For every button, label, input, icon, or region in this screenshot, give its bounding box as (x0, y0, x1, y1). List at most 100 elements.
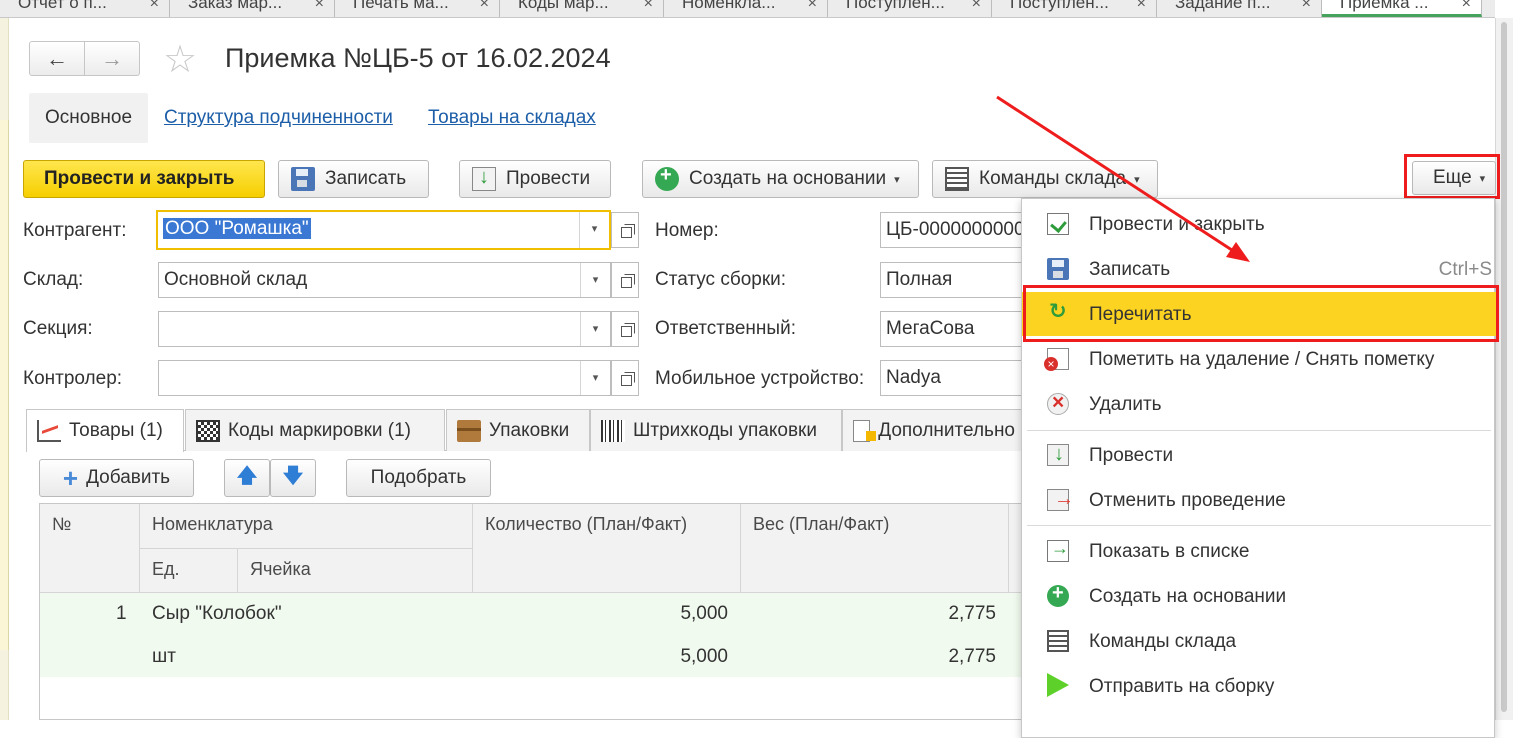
post-button[interactable]: Провести (459, 160, 611, 198)
menu-item-send-assembly[interactable]: Отправить на сборку (1022, 664, 1496, 708)
tab-close-icon[interactable]: × (1137, 0, 1146, 13)
contractor-value: ООО "Ромашка" (163, 218, 311, 239)
window-tab-postup-2[interactable]: Поступлен... × (992, 0, 1157, 17)
open-section-icon[interactable] (611, 311, 639, 347)
row-item[interactable]: Сыр "Колобок" (152, 603, 282, 625)
subnav-structure-link[interactable]: Структура подчиненности (164, 93, 393, 143)
menu-item-post-close[interactable]: Провести и закрыть (1022, 202, 1496, 246)
menu-item-create-based[interactable]: Создать на основании (1022, 574, 1496, 618)
menu-item-unpost[interactable]: Отменить проведение (1022, 478, 1496, 522)
back-button[interactable]: ← (30, 42, 84, 75)
subnav-main[interactable]: Основное (29, 93, 148, 143)
row-qty-fact[interactable]: 5,000 (660, 646, 728, 668)
tab-close-icon[interactable]: × (480, 0, 489, 13)
device-field[interactable]: Nadya (880, 360, 1040, 396)
tab-close-icon[interactable]: × (808, 0, 817, 13)
post-and-close-button[interactable]: Провести и закрыть (23, 160, 265, 198)
chevron-down-icon[interactable]: ▾ (579, 212, 609, 248)
menu-item-label: Записать (1089, 259, 1171, 280)
scrollbar-thumb[interactable] (1501, 22, 1507, 712)
tab-label: Товары (1) (69, 420, 163, 441)
plus-circle-icon (1047, 582, 1069, 607)
open-warehouse-icon[interactable] (611, 262, 639, 298)
window-tab-priemka[interactable]: Приемка ... × (1322, 0, 1482, 17)
menu-item-label: Пометить на удаление / Снять пометку (1089, 349, 1435, 370)
number-field[interactable]: ЦБ-0000000000 (880, 212, 1040, 248)
menu-item-label: Показать в списке (1089, 541, 1250, 562)
tab-label: Упаковки (489, 419, 570, 441)
pick-button[interactable]: Подобрать (346, 459, 491, 497)
number-value: ЦБ-0000000000 (886, 219, 1025, 240)
menu-item-warehouse-cmds[interactable]: Команды склада (1022, 619, 1496, 663)
favorite-star-icon[interactable]: ☆ (163, 38, 197, 82)
warehouse-field[interactable]: Основной склад ▾ (158, 262, 611, 298)
chevron-down-icon[interactable]: ▾ (580, 312, 610, 346)
subnav-stock-link[interactable]: Товары на складах (428, 93, 596, 143)
add-row-button[interactable]: + Добавить (39, 459, 194, 497)
responsible-field[interactable]: МегаСова (880, 311, 1040, 347)
vertical-scrollbar[interactable] (1495, 18, 1513, 720)
create-based-button[interactable]: Создать на основании ▾ (642, 160, 919, 198)
controller-field[interactable]: ▾ (158, 360, 611, 396)
section-field[interactable]: ▾ (158, 311, 611, 347)
additional-icon (853, 419, 877, 442)
header-weight[interactable]: Вес (План/Факт) (741, 504, 1009, 593)
responsible-label: Ответственный: (655, 318, 796, 339)
warehouse-commands-button[interactable]: Команды склада ▾ (932, 160, 1158, 198)
send-icon (1047, 673, 1069, 697)
button-label: Записать (325, 168, 407, 189)
row-qty-plan[interactable]: 5,000 (660, 603, 728, 625)
open-contractor-icon[interactable] (611, 212, 639, 248)
tab-close-icon[interactable]: × (644, 0, 653, 13)
document-tabs: Товары (1) Коды маркировки (1) Упаковки … (26, 409, 1026, 452)
menu-item-show-list[interactable]: Показать в списке (1022, 529, 1496, 573)
status-label: Статус сборки: (655, 269, 787, 290)
status-field[interactable]: Полная (880, 262, 1040, 298)
row-weight-plan[interactable]: 2,775 (926, 603, 996, 625)
window-tab-zakaz[interactable]: Заказ мар... × (170, 0, 335, 17)
tab-close-icon[interactable]: × (972, 0, 981, 13)
tab-close-icon[interactable]: × (1462, 0, 1471, 13)
row-unit[interactable]: шт (152, 646, 176, 668)
tab-marking-codes[interactable]: Коды маркировки (1) (185, 409, 445, 451)
menu-separator (1027, 525, 1491, 526)
window-tab-otchet[interactable]: Отчет о п... × (0, 0, 170, 17)
chevron-down-icon[interactable]: ▾ (580, 361, 610, 395)
menu-item-post[interactable]: Провести (1022, 433, 1496, 477)
tab-label: Дополнительно (878, 419, 1015, 441)
window-tab-nomenkl[interactable]: Номенкла... × (664, 0, 828, 17)
contractor-field[interactable]: ООО "Ромашка" ▾ (156, 210, 611, 250)
chevron-down-icon: ▾ (1134, 173, 1140, 186)
tab-packages[interactable]: Упаковки (446, 409, 590, 451)
menu-item-delete[interactable]: Удалить (1022, 382, 1496, 426)
window-tab-kody[interactable]: Коды мар... × (500, 0, 664, 17)
header-item[interactable]: Номенклатура (140, 504, 473, 549)
header-quantity[interactable]: Количество (План/Факт) (473, 504, 741, 593)
move-down-button[interactable]: 🡇 (270, 459, 316, 497)
tab-close-icon[interactable]: × (1302, 0, 1311, 13)
header-unit[interactable]: Ед. (140, 549, 238, 593)
tab-barcodes[interactable]: Штрихкоды упаковки (590, 409, 842, 451)
left-panel-marker (0, 120, 9, 650)
tab-goods[interactable]: Товары (1) (26, 409, 184, 452)
tab-close-icon[interactable]: × (315, 0, 324, 13)
window-tab-zadanie[interactable]: Задание п... × (1157, 0, 1322, 17)
history-nav: ← → (29, 41, 140, 76)
tab-close-icon[interactable]: × (150, 0, 159, 13)
save-button[interactable]: Записать (278, 160, 429, 198)
barcode-icon (601, 419, 625, 442)
window-tab-pechat[interactable]: Печать ма... × (335, 0, 500, 17)
header-cell[interactable]: Ячейка (238, 549, 473, 593)
menu-item-shortcut: Ctrl+S (1438, 259, 1492, 280)
chevron-down-icon[interactable]: ▾ (580, 263, 610, 297)
move-up-button[interactable]: 🡅 (224, 459, 270, 497)
header-num[interactable]: № (40, 504, 140, 593)
row-weight-fact[interactable]: 2,775 (926, 646, 996, 668)
open-controller-icon[interactable] (611, 360, 639, 396)
section-label: Секция: (23, 318, 93, 339)
menu-item-mark-delete[interactable]: Пометить на удаление / Снять пометку (1022, 337, 1496, 381)
more-button-annotation-frame (1404, 154, 1500, 199)
window-tab-postup-1[interactable]: Поступлен... × (828, 0, 992, 17)
forward-button[interactable]: → (84, 42, 139, 75)
tab-additional[interactable]: Дополнительно (842, 409, 1026, 451)
